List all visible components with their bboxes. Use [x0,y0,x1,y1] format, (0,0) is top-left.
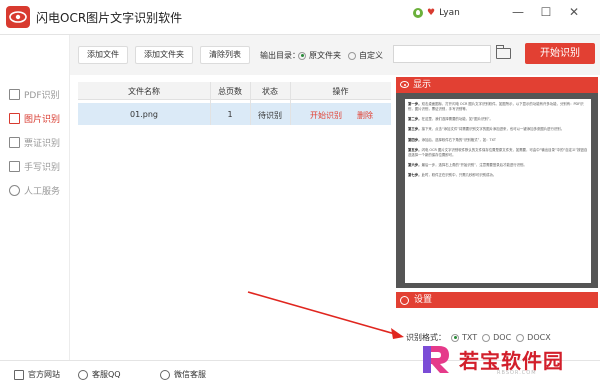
footer-website-link[interactable]: 官方网站 [14,369,60,380]
website-icon [14,369,24,380]
watermark: 若宝软件园 RBSOR.COM [419,339,595,383]
watermark-logo-icon [423,346,449,373]
footer-link-label: 微信客服 [174,370,206,379]
wechat-icon [160,369,170,380]
footer-link-label: 客服QQ [92,370,121,379]
footer-wechat-link[interactable]: 微信客服 [160,369,206,380]
annotation-arrow [247,291,404,339]
qq-icon [78,369,88,380]
watermark-url: RBSOR.COM [497,370,537,376]
footer-qq-link[interactable]: 客服QQ [78,369,121,380]
footer-link-label: 官方网站 [28,370,60,379]
